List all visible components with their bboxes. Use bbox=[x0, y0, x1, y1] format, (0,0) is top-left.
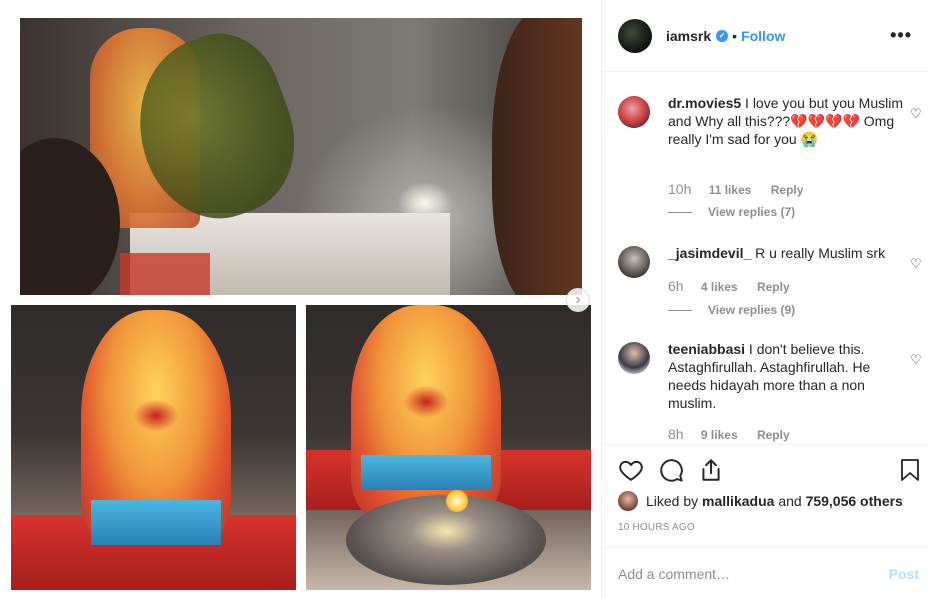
follow-button[interactable]: Follow bbox=[741, 28, 785, 44]
post-media: › bbox=[0, 0, 601, 598]
photo-top[interactable] bbox=[20, 18, 582, 295]
next-photo-button[interactable]: › bbox=[566, 288, 590, 312]
bookmark-icon[interactable] bbox=[898, 457, 922, 483]
post-actions: Liked by mallikadua and 759,056 others 1… bbox=[602, 444, 928, 598]
separator-dot: • bbox=[732, 27, 738, 44]
list-item: teeniabbasi I don't believe this. Astagh… bbox=[618, 338, 922, 444]
photo-bottom-right[interactable] bbox=[306, 305, 591, 590]
avatar[interactable] bbox=[618, 18, 652, 53]
reply-button[interactable]: Reply bbox=[757, 280, 790, 294]
comment-username[interactable]: dr.movies5 bbox=[668, 95, 741, 111]
comment-likes[interactable]: 9 likes bbox=[701, 428, 738, 442]
comment-input[interactable] bbox=[618, 562, 868, 586]
post-timestamp[interactable]: 10 HOURS AGO bbox=[618, 522, 695, 533]
comment-like-heart-icon[interactable]: ♡ bbox=[910, 256, 924, 271]
action-bar bbox=[618, 457, 919, 487]
avatar[interactable] bbox=[618, 246, 650, 278]
verified-badge-icon: ✓ bbox=[716, 29, 729, 42]
comment-like-heart-icon[interactable]: ♡ bbox=[910, 352, 924, 367]
heart-icon[interactable] bbox=[618, 457, 644, 483]
likes-summary: Liked by mallikadua and 759,056 others bbox=[618, 491, 903, 511]
comment-likes[interactable]: 11 likes bbox=[709, 183, 752, 197]
list-item: _jasimdevil_ R u really Muslim srk ♡ 6h … bbox=[618, 242, 922, 332]
add-comment-bar: Post bbox=[602, 547, 928, 598]
share-icon[interactable] bbox=[698, 457, 724, 483]
post-button[interactable]: Post bbox=[889, 566, 919, 582]
avatar[interactable] bbox=[618, 491, 638, 511]
header-username[interactable]: iamsrk bbox=[666, 28, 711, 44]
post-header: iamsrk ✓ • Follow ••• bbox=[602, 0, 928, 72]
comment-likes[interactable]: 4 likes bbox=[701, 280, 738, 294]
avatar[interactable] bbox=[618, 96, 650, 128]
comment-meta: 8h 9 likes Reply bbox=[668, 426, 806, 442]
comment-like-heart-icon[interactable]: ♡ bbox=[910, 106, 924, 121]
more-options-icon[interactable]: ••• bbox=[890, 25, 912, 46]
post-panel: iamsrk ✓ • Follow ••• dr.movies5 I love … bbox=[601, 0, 928, 598]
comment-time[interactable]: 6h bbox=[668, 278, 684, 294]
comment-text: R u really Muslim srk bbox=[755, 245, 886, 261]
liked-by-prefix: Liked by bbox=[646, 493, 699, 509]
reply-button[interactable]: Reply bbox=[771, 183, 804, 197]
view-replies-button[interactable]: View replies (7) bbox=[668, 205, 795, 219]
comment-time[interactable]: 10h bbox=[668, 181, 691, 197]
comment-icon[interactable] bbox=[658, 457, 684, 483]
comment-meta: 6h 4 likes Reply bbox=[668, 278, 806, 294]
avatar[interactable] bbox=[618, 342, 650, 374]
comment-username[interactable]: _jasimdevil_ bbox=[668, 245, 751, 261]
comment-list[interactable]: dr.movies5 I love you but you Muslim and… bbox=[602, 72, 928, 444]
photo-bottom-left[interactable] bbox=[11, 305, 296, 590]
liked-by-user[interactable]: mallikadua bbox=[702, 493, 774, 509]
view-replies-button[interactable]: View replies (9) bbox=[668, 303, 795, 317]
likes-count[interactable]: 759,056 others bbox=[806, 493, 903, 509]
comment-time[interactable]: 8h bbox=[668, 426, 684, 442]
comment-username[interactable]: teeniabbasi bbox=[668, 341, 745, 357]
reply-button[interactable]: Reply bbox=[757, 428, 790, 442]
liked-by-conjunction: and bbox=[778, 493, 802, 509]
list-item: dr.movies5 I love you but you Muslim and… bbox=[618, 92, 922, 232]
comment-meta: 10h 11 likes Reply bbox=[668, 181, 819, 197]
